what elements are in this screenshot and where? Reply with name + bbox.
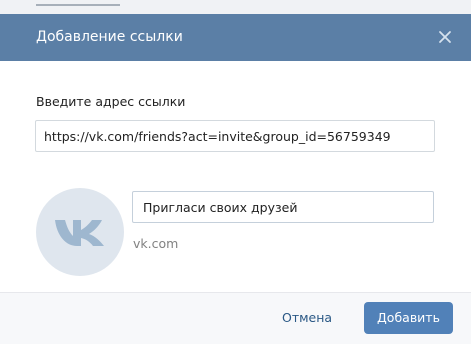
- background-page-strip: [0, 0, 471, 14]
- cancel-button[interactable]: Отмена: [282, 310, 332, 326]
- add-link-dialog: Добавление ссылки Введите адрес ссылки v…: [0, 14, 471, 344]
- link-domain: vk.com: [133, 236, 179, 251]
- dialog-title: Добавление ссылки: [36, 29, 183, 45]
- url-field-label: Введите адрес ссылки: [36, 94, 186, 109]
- dialog-footer: Отмена Добавить: [0, 292, 471, 344]
- dialog-header: Добавление ссылки: [0, 14, 471, 61]
- vk-logo-icon: [55, 220, 104, 246]
- link-preview-avatar[interactable]: [36, 188, 124, 276]
- add-button[interactable]: Добавить: [364, 302, 453, 334]
- close-icon[interactable]: [434, 26, 456, 48]
- url-input[interactable]: [35, 120, 435, 152]
- link-title-input[interactable]: [132, 191, 434, 223]
- background-underline: [36, 0, 120, 6]
